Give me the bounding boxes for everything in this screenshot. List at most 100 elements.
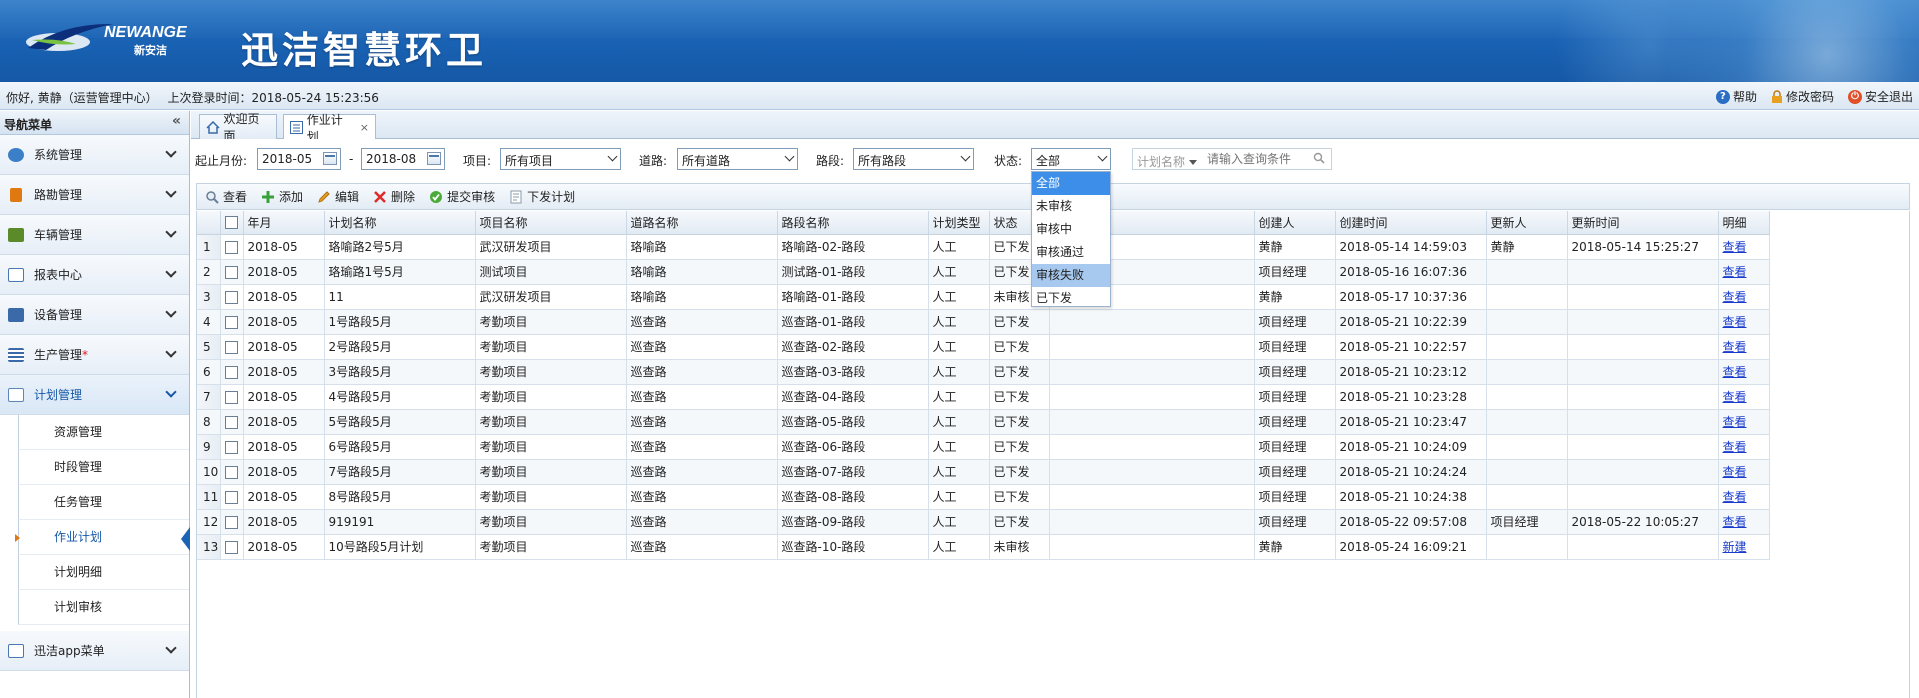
view-detail-link[interactable]: 新建 — [1723, 540, 1747, 554]
table-row[interactable]: 8 2018-05 5号路段5月 考勤项目 巡查路 巡查路-05-路段 人工 已下发 项目经理 2… — [197, 409, 1770, 435]
sidebar-subitem-time-slots[interactable]: 时段管理 — [18, 450, 189, 485]
sidebar-item-reports[interactable]: 报表中心 — [0, 255, 189, 295]
column-header[interactable]: 项目名称 — [475, 211, 627, 235]
tab-work-plan[interactable]: 作业计划 × — [283, 113, 376, 144]
project-select[interactable]: 所有项目 — [500, 148, 621, 170]
tab-welcome[interactable]: 欢迎页面 — [199, 112, 277, 143]
select-all-checkbox[interactable] — [224, 216, 238, 230]
issue-plan-button[interactable]: 下发计划 — [509, 188, 575, 205]
chevron-down-icon — [960, 151, 971, 162]
row-checkbox[interactable] — [224, 440, 238, 454]
row-checkbox[interactable] — [224, 515, 238, 529]
sidebar-subitem-plan-details[interactable]: 计划明细 — [18, 555, 189, 590]
column-header[interactable]: 计划类型 — [928, 211, 990, 235]
sidebar-item-app-menu[interactable]: 迅洁app菜单 — [0, 631, 189, 671]
status-option-issued[interactable]: 已下发 — [1032, 287, 1110, 310]
table-row[interactable]: 12 2018-05 919191 考勤项目 巡查路 巡查路-09-路段 人工 已下发 项目经理… — [197, 509, 1770, 535]
sidebar-item-production[interactable]: 生产管理* — [0, 335, 189, 375]
sidebar-subitem-resources[interactable]: 资源管理 — [18, 415, 189, 450]
view-detail-link[interactable]: 查看 — [1723, 515, 1747, 529]
view-detail-link[interactable]: 查看 — [1723, 490, 1747, 504]
column-header[interactable]: 年月 — [243, 211, 325, 235]
row-checkbox[interactable] — [224, 540, 238, 554]
row-checkbox[interactable] — [224, 315, 238, 329]
period-end-input[interactable]: 2018-08 — [361, 148, 445, 170]
cell-updater — [1486, 459, 1568, 485]
table-row[interactable]: 3 2018-05 11 武汉研发项目 珞喻路 珞喻路-01-路段 人工 未审核 黄静 2018-… — [197, 284, 1770, 310]
row-checkbox[interactable] — [224, 415, 238, 429]
search-icon[interactable] — [1313, 152, 1325, 164]
column-header[interactable]: 更新时间 — [1567, 211, 1719, 235]
column-header[interactable]: 更新人 — [1486, 211, 1568, 235]
table-row[interactable]: 7 2018-05 4号路段5月 考勤项目 巡查路 巡查路-04-路段 人工 已下发 项目经理 2… — [197, 384, 1770, 410]
row-checkbox[interactable] — [224, 265, 238, 279]
section-select[interactable]: 所有路段 — [853, 148, 974, 170]
status-option-reviewing[interactable]: 审核中 — [1032, 218, 1110, 241]
period-label: 起止月份: — [195, 154, 248, 168]
column-header[interactable]: 明细 — [1718, 211, 1770, 235]
view-button[interactable]: 查看 — [205, 188, 247, 205]
row-checkbox[interactable] — [224, 365, 238, 379]
table-row[interactable]: 5 2018-05 2号路段5月 考勤项目 巡查路 巡查路-02-路段 人工 已下发 项目经理 2… — [197, 334, 1770, 360]
column-header[interactable]: 计划名称 — [324, 211, 476, 235]
status-option-approved[interactable]: 审核通过 — [1032, 241, 1110, 264]
edit-button[interactable]: 编辑 — [317, 188, 359, 205]
row-checkbox[interactable] — [224, 390, 238, 404]
status-option-all[interactable]: 全部 — [1032, 172, 1110, 195]
status-select[interactable]: 全部 — [1031, 148, 1111, 170]
row-number: 6 — [197, 359, 221, 385]
view-detail-link[interactable]: 查看 — [1723, 340, 1747, 354]
calendar-icon[interactable] — [323, 152, 337, 165]
table-row[interactable]: 2 2018-05 珞瑜路1号5月 测试项目 珞喻路 测试路-01-路段 人工 已下发 项目经理… — [197, 259, 1770, 285]
table-row[interactable]: 11 2018-05 8号路段5月 考勤项目 巡查路 巡查路-08-路段 人工 已下发 项目经理… — [197, 484, 1770, 510]
view-detail-link[interactable]: 查看 — [1723, 265, 1747, 279]
table-row[interactable]: 9 2018-05 6号路段5月 考勤项目 巡查路 巡查路-06-路段 人工 已下发 项目经理 2… — [197, 434, 1770, 460]
sidebar-subitem-tasks[interactable]: 任务管理 — [18, 485, 189, 520]
change-password-link[interactable]: 修改密码 — [1771, 88, 1834, 105]
table-row[interactable]: 13 2018-05 10号路段5月计划 考勤项目 巡查路 巡查路-10-路段 人工 未审核 黄… — [197, 534, 1770, 560]
view-detail-link[interactable]: 查看 — [1723, 290, 1747, 304]
view-detail-link[interactable]: 查看 — [1723, 240, 1747, 254]
close-tab-icon[interactable]: × — [360, 121, 369, 134]
column-header[interactable]: 创建时间 — [1335, 211, 1487, 235]
table-row[interactable]: 10 2018-05 7号路段5月 考勤项目 巡查路 巡查路-07-路段 人工 已下发 项目经理… — [197, 459, 1770, 485]
column-header[interactable]: 创建人 — [1254, 211, 1336, 235]
table-row[interactable]: 1 2018-05 珞喻路2号5月 武汉研发项目 珞喻路 珞喻路-02-路段 人工 已下发 黄静… — [197, 234, 1770, 260]
search-type-select[interactable]: 计划名称 — [1137, 153, 1198, 170]
help-link[interactable]: ? 帮助 — [1715, 88, 1757, 105]
delete-button[interactable]: 删除 — [373, 188, 415, 205]
logout-link[interactable]: ⏻ 安全退出 — [1847, 88, 1913, 105]
sidebar-item-plans[interactable]: 计划管理 — [0, 375, 189, 415]
row-number: 11 — [197, 484, 221, 510]
status-option-unreviewed[interactable]: 未审核 — [1032, 195, 1110, 218]
row-checkbox[interactable] — [224, 465, 238, 479]
view-detail-link[interactable]: 查看 — [1723, 365, 1747, 379]
search-input[interactable] — [1207, 151, 1312, 167]
sidebar-item-system[interactable]: 系统管理 — [0, 135, 189, 175]
column-header[interactable]: 路段名称 — [777, 211, 929, 235]
view-detail-link[interactable]: 查看 — [1723, 390, 1747, 404]
road-select[interactable]: 所有道路 — [677, 148, 798, 170]
sidebar-item-vehicles[interactable]: 车辆管理 — [0, 215, 189, 255]
calendar-icon[interactable] — [427, 152, 441, 165]
status-option-rejected[interactable]: 审核失败 — [1032, 264, 1110, 287]
view-detail-link[interactable]: 查看 — [1723, 440, 1747, 454]
submit-review-button[interactable]: 提交审核 — [429, 188, 495, 205]
period-start-input[interactable]: 2018-05 — [257, 148, 341, 170]
row-checkbox[interactable] — [224, 240, 238, 254]
table-row[interactable]: 4 2018-05 1号路段5月 考勤项目 巡查路 巡查路-01-路段 人工 已下发 项目经理 2… — [197, 309, 1770, 335]
row-checkbox[interactable] — [224, 490, 238, 504]
collapse-sidebar-icon[interactable]: « — [172, 113, 181, 129]
view-detail-link[interactable]: 查看 — [1723, 315, 1747, 329]
row-checkbox[interactable] — [224, 340, 238, 354]
sidebar-item-devices[interactable]: 设备管理 — [0, 295, 189, 335]
view-detail-link[interactable]: 查看 — [1723, 465, 1747, 479]
view-detail-link[interactable]: 查看 — [1723, 415, 1747, 429]
sidebar-subitem-work-plans[interactable]: 作业计划 — [15, 520, 189, 555]
column-header[interactable]: 道路名称 — [626, 211, 778, 235]
add-button[interactable]: 添加 — [261, 188, 303, 205]
table-row[interactable]: 6 2018-05 3号路段5月 考勤项目 巡查路 巡查路-03-路段 人工 已下发 项目经理 2… — [197, 359, 1770, 385]
sidebar-item-road-survey[interactable]: 路勘管理 — [0, 175, 189, 215]
row-checkbox[interactable] — [224, 290, 238, 304]
sidebar-subitem-plan-review[interactable]: 计划审核 — [18, 590, 189, 625]
